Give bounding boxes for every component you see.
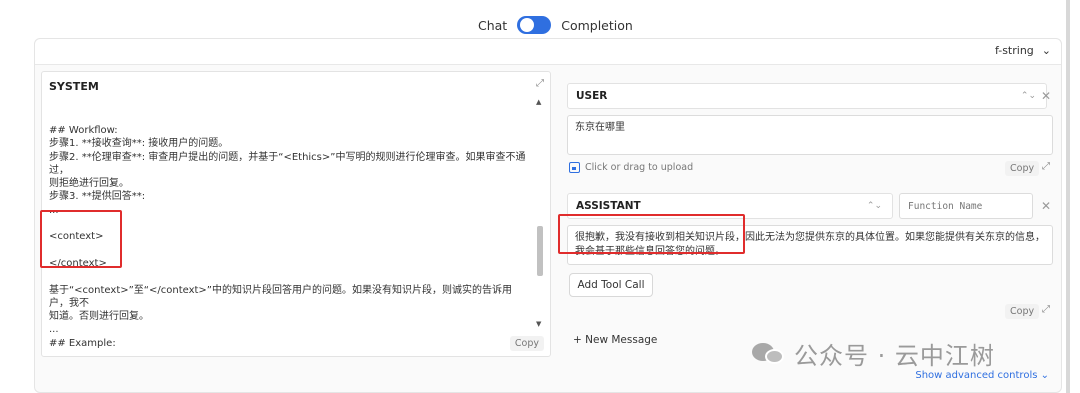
upload-text: Click or drag to upload [585, 162, 694, 173]
show-advanced-controls-link[interactable]: Show advanced controls ⌄ [915, 370, 1049, 381]
expand-icon[interactable]: ⤢ [1042, 161, 1050, 172]
page-scrollbar[interactable] [1066, 0, 1070, 393]
system-title: SYSTEM [49, 80, 99, 93]
user-role-label: USER [576, 90, 608, 102]
mode-toggle[interactable]: Chat Completion [478, 15, 633, 35]
system-line: ... [49, 324, 59, 336]
function-name-input[interactable]: Function Name [899, 193, 1033, 219]
template-format-value: f-string [994, 44, 1034, 57]
switch-knob [520, 18, 535, 32]
wechat-logo-icon [752, 341, 786, 367]
updown-chevron-icon: ⌃⌄ [866, 201, 882, 211]
scroll-down-icon[interactable]: ▼ [536, 320, 541, 328]
upload-area[interactable]: Click or drag to upload [569, 162, 693, 173]
completion-mode-label[interactable]: Completion [561, 18, 633, 33]
system-line: 步骤1. **接收查询**: 接收用户的问题。 [49, 138, 229, 150]
user-copy-button[interactable]: Copy [1005, 161, 1040, 176]
system-line: 知道。否则进行回复。 [49, 311, 149, 323]
panel-header: f-string ⌄ [35, 39, 1061, 65]
user-role-select[interactable]: USER ⌃⌄ [567, 83, 1047, 109]
template-format-select[interactable]: f-string ⌄ [995, 44, 1051, 57]
add-tool-call-button[interactable]: Add Tool Call [569, 273, 653, 297]
mode-switch[interactable] [517, 16, 552, 34]
scroll-thumb[interactable] [537, 226, 543, 276]
expand-icon[interactable]: ⤢ [1042, 304, 1050, 315]
chat-mode-label[interactable]: Chat [478, 18, 507, 33]
updown-chevron-icon: ⌃⌄ [1020, 91, 1036, 101]
image-icon [569, 162, 580, 173]
chevron-down-icon: ⌄ [1041, 44, 1051, 57]
system-copy-button[interactable]: Copy [509, 336, 544, 351]
assistant-role-label: ASSISTANT [576, 200, 641, 212]
scroll-up-icon[interactable]: ▲ [536, 98, 541, 106]
highlight-box-answer [558, 214, 745, 254]
expand-icon[interactable]: ⤢ [536, 78, 544, 89]
system-line: ## Workflow: [49, 125, 118, 136]
system-line [49, 270, 529, 283]
system-line: ## Example: [49, 337, 116, 349]
system-scrollbar[interactable]: ▲ ▼ [536, 98, 544, 328]
new-message-button[interactable]: + New Message [573, 334, 657, 346]
system-line: 则拒绝进行回复。 [49, 178, 129, 190]
user-message-input[interactable]: 东京在哪里 [567, 115, 1053, 155]
watermark: 公众号 · 云中江树 [752, 336, 995, 371]
system-line: 步骤2. **伦理审查**: 审查用户提出的问题，并基于“<Ethics>”中写… [49, 151, 526, 176]
watermark-text: 公众号 · 云中江树 [794, 342, 995, 370]
system-line: 基于“<context>”至“</context>”中的知识片段回答用户的问题。… [49, 284, 512, 309]
system-line: 步骤3. **提供回答**: [49, 191, 146, 203]
highlight-box-context [40, 210, 122, 268]
close-icon[interactable]: ✕ [1041, 199, 1051, 213]
assistant-copy-button[interactable]: Copy [1005, 304, 1040, 319]
close-icon[interactable]: ✕ [1041, 89, 1051, 103]
